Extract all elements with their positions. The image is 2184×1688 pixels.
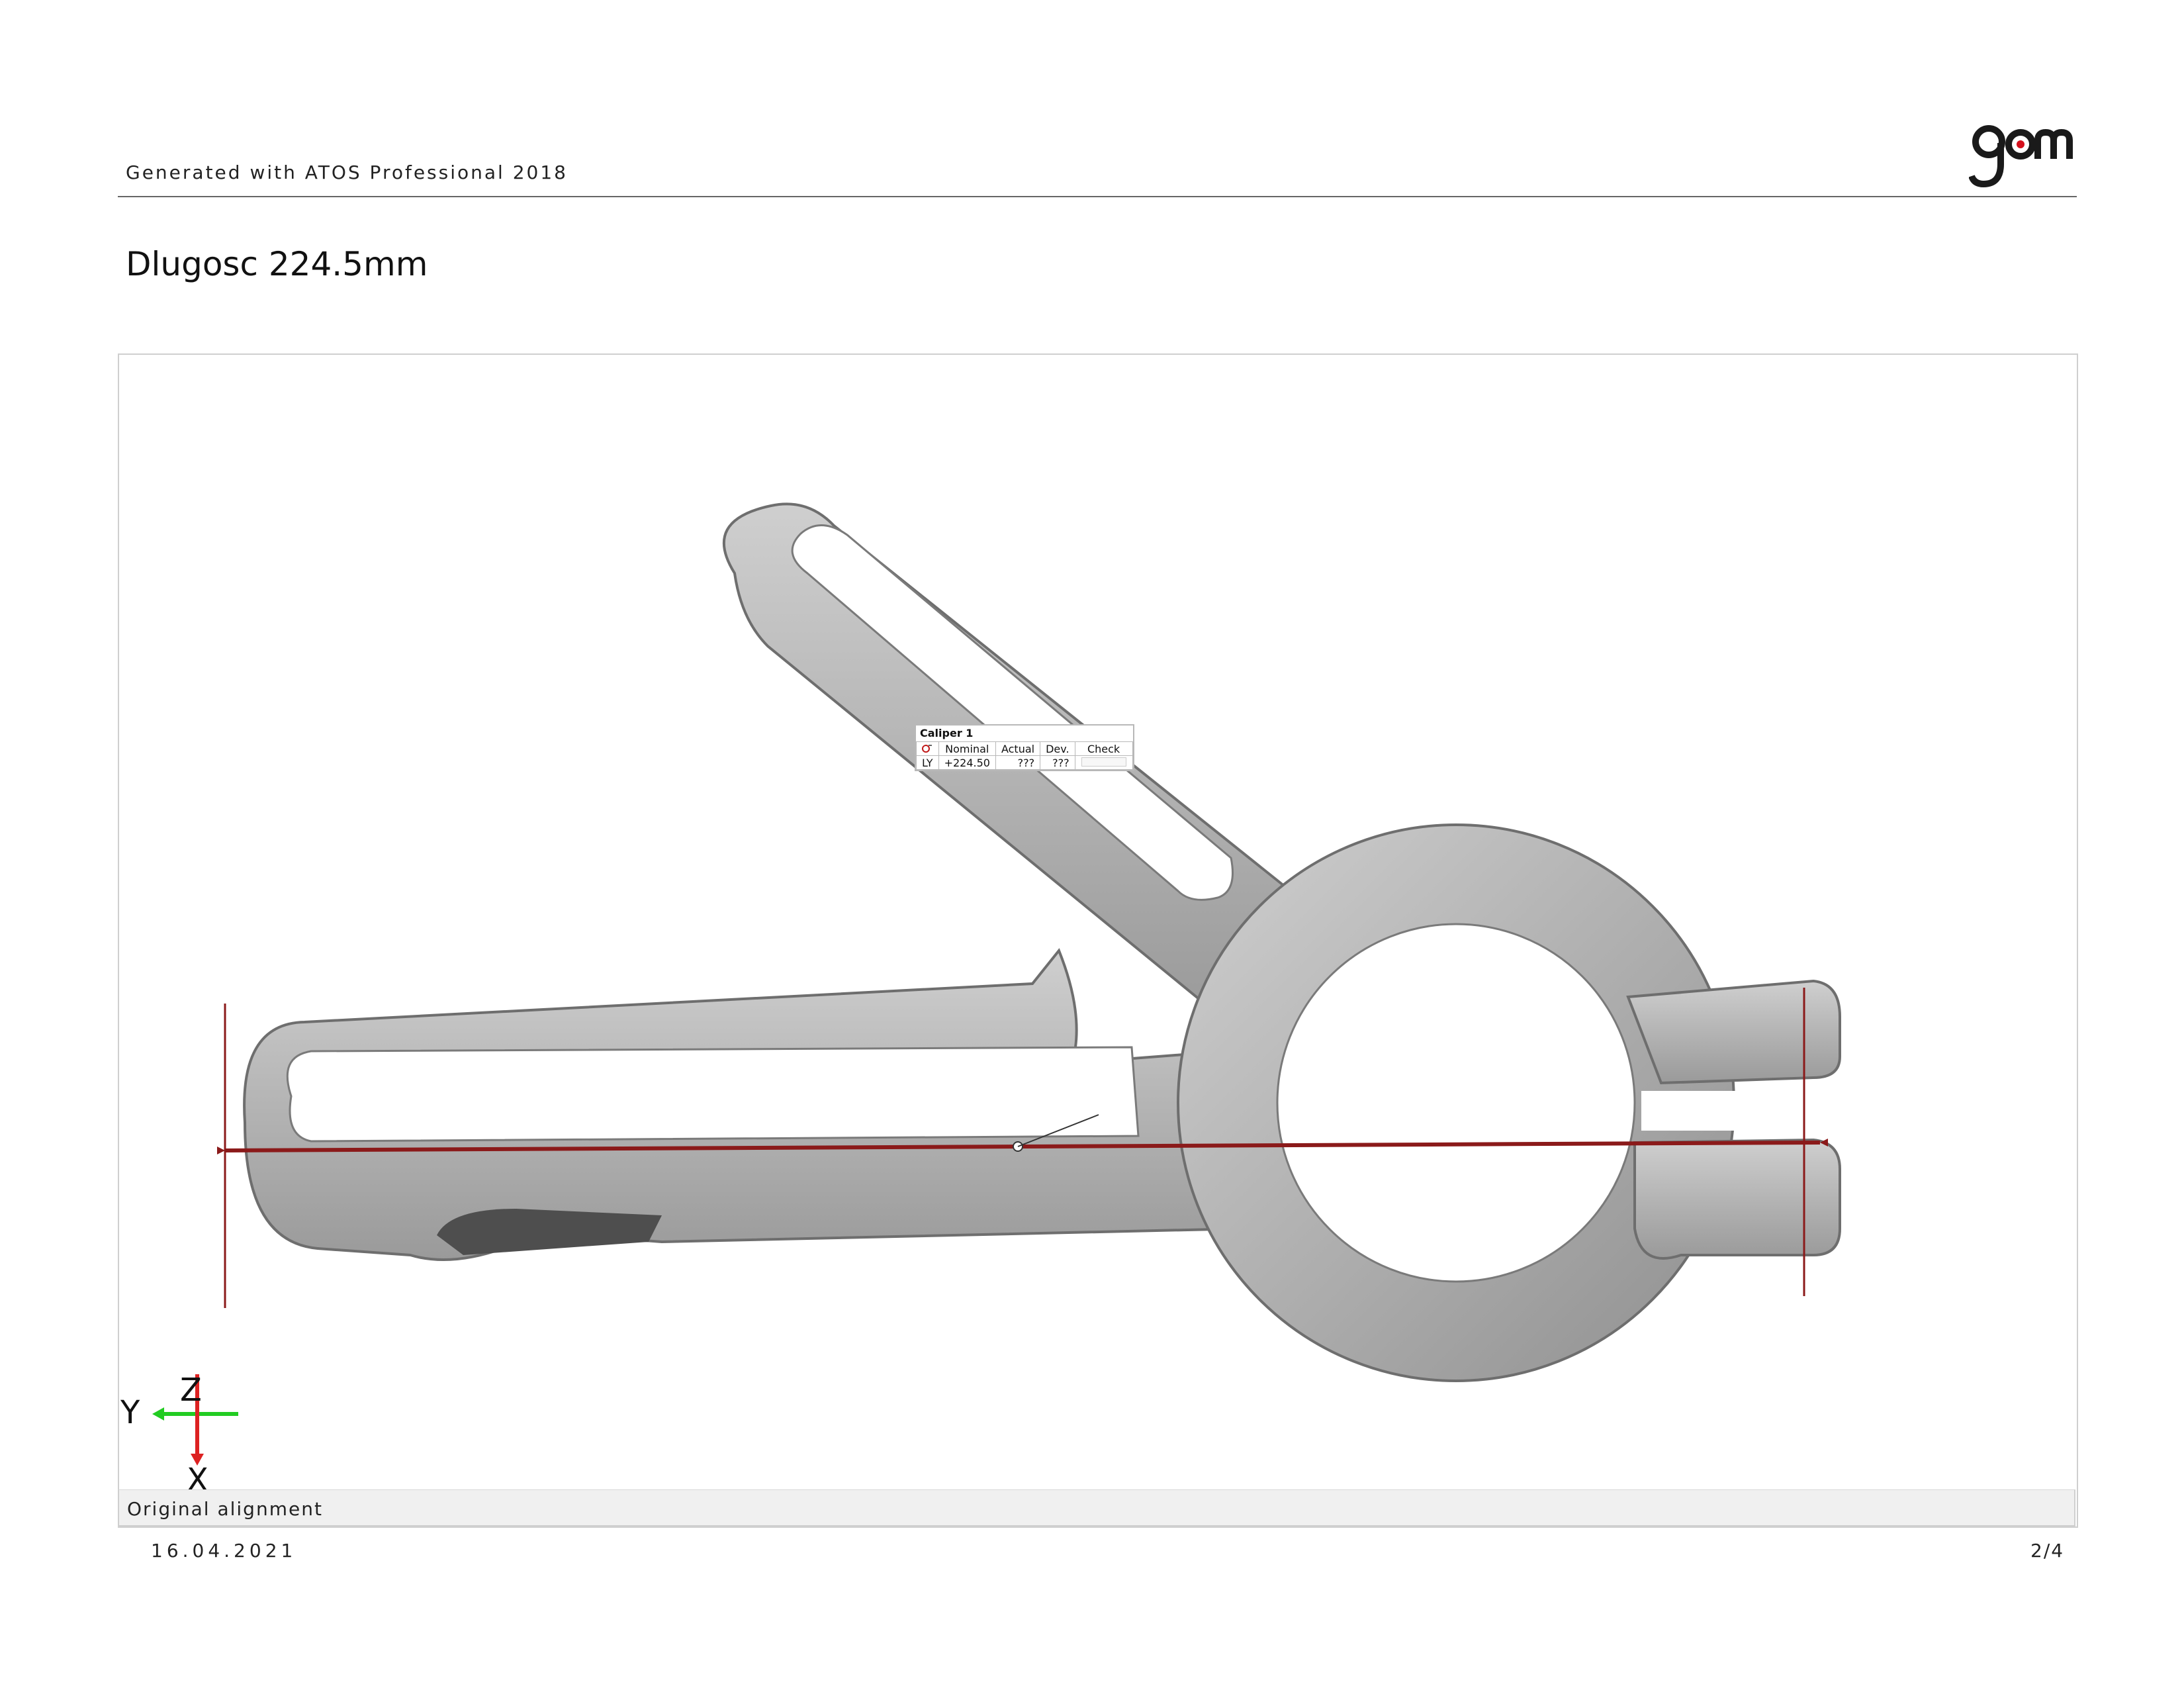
caliper-label[interactable]: Caliper 1 Nominal Actual Dev. Check LY +… — [915, 724, 1134, 771]
part-scene — [152, 502, 1846, 1466]
caliper-header-check: Check — [1074, 741, 1133, 756]
viewport-caption-bar: Original alignment — [118, 1489, 2075, 1526]
caliper-header-nominal: Nominal — [938, 741, 996, 756]
gom-logo — [1969, 125, 2073, 188]
caliper-check-value — [1074, 755, 1133, 770]
report-date: 16.04.2021 — [151, 1540, 297, 1562]
3d-viewport[interactable]: Y Z X — [118, 353, 2078, 1528]
header-divider — [118, 196, 2077, 197]
scanned-part — [243, 502, 1846, 1382]
axis-y-label: Y — [120, 1394, 140, 1431]
caliper-nominal-value: +224.50 — [938, 755, 996, 770]
caliper-axis: LY — [916, 755, 939, 770]
caliper-dev-value: ??? — [1040, 755, 1075, 770]
caliper-header-actual: Actual — [995, 741, 1041, 756]
page-title: Dlugosc 224.5mm — [126, 245, 428, 283]
axis-z-label: Z — [180, 1372, 202, 1409]
caliper-name: Caliper 1 — [920, 727, 974, 739]
page-number: 2/4 — [2030, 1540, 2065, 1562]
caliper-header-dev: Dev. — [1040, 741, 1075, 756]
generated-with-label: Generated with ATOS Professional 2018 — [126, 162, 568, 183]
caliper-table: Nominal Actual Dev. Check LY +224.50 ???… — [916, 741, 1133, 770]
alignment-caption: Original alignment — [127, 1498, 323, 1520]
caliper-actual-value: ??? — [995, 755, 1041, 770]
caliper-icon — [916, 741, 939, 756]
